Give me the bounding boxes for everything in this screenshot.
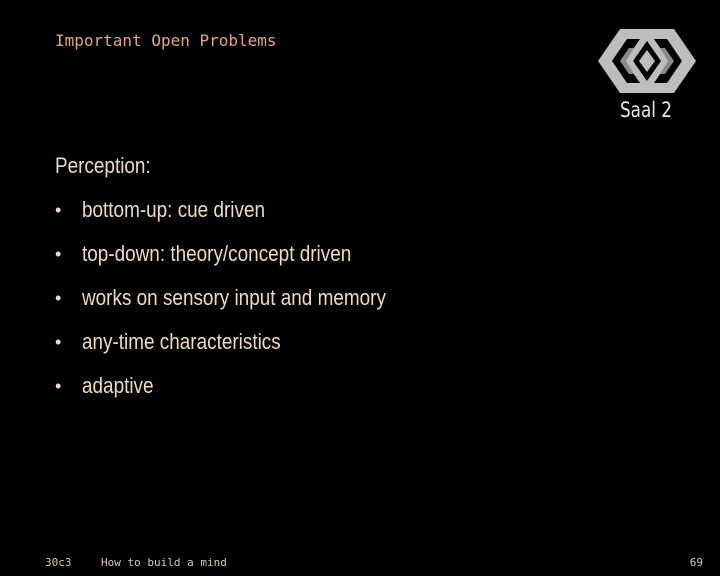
slide-footer: 30c3 How to build a mind 69 <box>0 556 720 572</box>
bullet-list: • bottom-up: cue driven • top-down: theo… <box>55 194 655 414</box>
bullet-item: • bottom-up: cue driven <box>55 194 655 238</box>
bullet-text: top-down: theory/concept driven <box>82 241 352 266</box>
bullet-icon: • <box>55 200 62 220</box>
section-heading: Perception: <box>55 153 151 178</box>
bullet-icon: • <box>55 288 62 308</box>
bullet-item: • top-down: theory/concept driven <box>55 238 655 282</box>
page-number: 69 <box>689 556 703 569</box>
slide-title: Important Open Problems <box>55 31 277 50</box>
bullet-text: any-time characteristics <box>82 329 281 354</box>
room-label: Saal 2 <box>620 98 672 122</box>
bullet-text: bottom-up: cue driven <box>82 197 265 222</box>
footer-talk-title: How to build a mind <box>101 556 227 569</box>
bullet-text: works on sensory input and memory <box>82 285 386 310</box>
bullet-icon: • <box>55 244 62 264</box>
bullet-item: • works on sensory input and memory <box>55 282 655 326</box>
bullet-text: adaptive <box>82 373 154 398</box>
30c3-logo-icon <box>598 26 696 96</box>
slide-content: Perception: • bottom-up: cue driven • to… <box>55 150 655 414</box>
bullet-item: • any-time characteristics <box>55 326 655 370</box>
bullet-icon: • <box>55 332 62 352</box>
bullet-item: • adaptive <box>55 370 655 414</box>
footer-event: 30c3 <box>45 556 72 569</box>
bullet-icon: • <box>55 376 62 396</box>
